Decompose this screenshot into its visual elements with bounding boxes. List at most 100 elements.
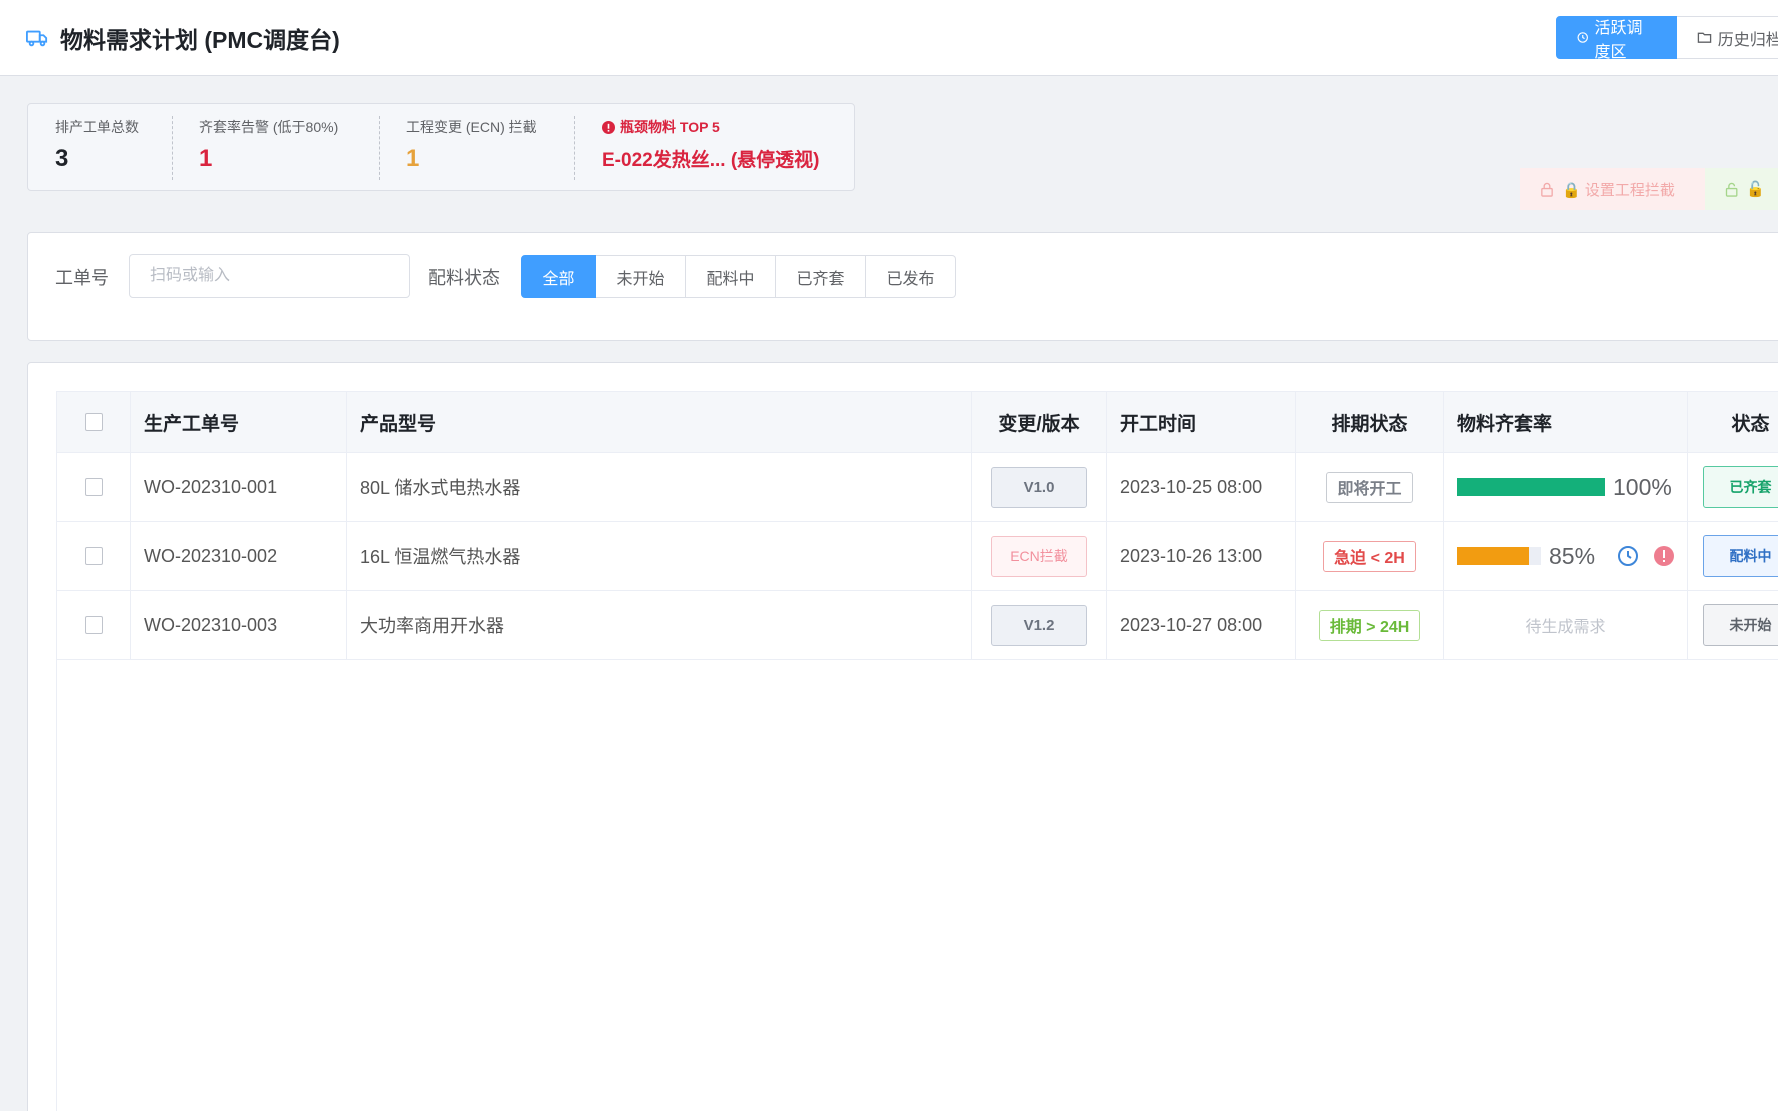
kit-rate-cell: 100% (1444, 453, 1688, 521)
table-card: 生产工单号 产品型号 变更/版本 开工时间 排期状态 物料齐套率 状态 WO-2… (27, 362, 1778, 1111)
order-no-label: 工单号 (55, 268, 109, 288)
view-switch: 活跃调度区 历史归档区 (1556, 16, 1778, 61)
stat-bottleneck[interactable]: 瓶颈物料 TOP 5 E-022发热丝... (悬停透视) (602, 117, 819, 179)
row-checkbox-cell (57, 591, 131, 659)
stats-panel: 排产工单总数 3 齐套率告警 (低于80%) 1 工程变更 (ECN) 拦截 1… (27, 103, 855, 191)
table-row[interactable]: WO-202310-001 80L 储水式电热水器 V1.0 2023-10-2… (57, 453, 1778, 522)
release-block-button[interactable]: 🔓 (1705, 168, 1778, 210)
table-row[interactable]: WO-202310-003 大功率商用开水器 V1.2 2023-10-27 0… (57, 591, 1778, 660)
header-kit-rate: 物料齐套率 (1444, 392, 1688, 452)
version-cell: ECN拦截 (972, 522, 1107, 590)
folder-icon (1697, 32, 1711, 43)
stat-value: 3 (55, 145, 69, 172)
status-badge[interactable]: 未开始 (1702, 604, 1778, 646)
schedule-cell: 排期 > 24H (1296, 591, 1444, 659)
row-checkbox[interactable] (84, 478, 103, 496)
header-status: 状态 (1731, 413, 1770, 435)
status-cell: 已齐套 (1688, 453, 1778, 521)
stat-label: 瓶颈物料 TOP 5 (602, 117, 819, 137)
tab-history-archive[interactable]: 历史归档区 (1676, 16, 1778, 59)
stat-total-orders: 排产工单总数 3 (55, 117, 139, 179)
stat-kit-rate-alert: 齐套率告警 (低于80%) 1 (199, 117, 338, 179)
stat-value: 1 (199, 145, 213, 172)
status-filter-in-progress[interactable]: 配料中 (686, 255, 776, 298)
start-time: 2023-10-26 13:00 (1107, 522, 1296, 590)
progress-fill (1457, 478, 1605, 496)
header-checkbox-cell (57, 392, 131, 452)
kit-rate-text: 85% (1549, 542, 1596, 569)
header-order-no: 生产工单号 (131, 392, 347, 452)
status-badge[interactable]: 已齐套 (1702, 466, 1778, 508)
header-model: 产品型号 (347, 392, 972, 452)
divider (172, 116, 173, 180)
divider (574, 116, 575, 180)
filter-panel: 工单号 配料状态 全部 未开始 配料中 已齐套 已发布 (27, 232, 1778, 341)
clock-icon (1577, 32, 1588, 43)
order-no: WO-202310-003 (131, 591, 347, 659)
tab-active-dispatch[interactable]: 活跃调度区 (1556, 16, 1677, 61)
start-time: 2023-10-27 08:00 (1107, 591, 1296, 659)
tab-label: 活跃调度区 (1594, 19, 1643, 61)
top-bar: 物料需求计划 (PMC调度台) 活跃调度区 历史归档区 (0, 0, 1778, 76)
pending-demand-text: 待生成需求 (1525, 619, 1606, 636)
row-checkbox-cell (57, 453, 131, 521)
kit-rate-cell: 待生成需求 (1444, 591, 1688, 659)
header-start-time: 开工时间 (1107, 392, 1296, 452)
stat-label-text: 瓶颈物料 TOP 5 (620, 119, 720, 135)
alert-icon (602, 120, 615, 134)
page-title: 物料需求计划 (PMC调度台) (60, 27, 340, 53)
order-no-input[interactable] (129, 254, 410, 298)
status-filter-all[interactable]: 全部 (521, 255, 596, 298)
product-model: 80L 储水式电热水器 (347, 453, 972, 521)
select-all-checkbox[interactable] (84, 413, 103, 431)
row-checkbox[interactable] (84, 547, 103, 565)
version-tag[interactable]: V1.0 (991, 466, 1087, 508)
schedule-cell: 急迫 < 2H (1296, 522, 1444, 590)
version-cell: V1.0 (972, 453, 1107, 521)
version-tag[interactable]: V1.2 (991, 604, 1087, 646)
schedule-tag: 急迫 < 2H (1323, 540, 1416, 572)
progress-fill (1457, 547, 1529, 565)
tab-label: 历史归档区 (1717, 31, 1778, 49)
release-block-label: 🔓 (1746, 181, 1765, 198)
divider (379, 116, 380, 180)
kit-rate-cell: 85% (1444, 522, 1688, 590)
lock-icon (1541, 182, 1553, 197)
lock-actions: 🔒 设置工程拦截 🔓 (1520, 168, 1778, 210)
status-filter-not-started[interactable]: 未开始 (596, 255, 686, 298)
alert-icon[interactable] (1653, 545, 1675, 567)
kit-rate-progress: 100% (1457, 474, 1672, 501)
clock-icon[interactable] (1617, 545, 1639, 567)
status-cell: 配料中 (1688, 522, 1778, 590)
schedule-tag: 即将开工 (1326, 471, 1413, 503)
stat-label: 齐套率告警 (低于80%) (199, 119, 339, 135)
status-filter-released[interactable]: 已发布 (866, 255, 956, 298)
order-no: WO-202310-001 (131, 453, 347, 521)
stat-label: 排产工单总数 (55, 119, 139, 135)
row-checkbox[interactable] (84, 616, 103, 634)
unlock-icon (1725, 182, 1738, 197)
schedule-tag: 排期 > 24H (1318, 609, 1421, 641)
set-block-button[interactable]: 🔒 设置工程拦截 (1520, 168, 1705, 210)
progress-track (1457, 547, 1541, 565)
status-cell: 未开始 (1688, 591, 1778, 659)
status-filter-group: 全部 未开始 配料中 已齐套 已发布 (521, 255, 956, 298)
set-block-label: 🔒 设置工程拦截 (1562, 181, 1675, 199)
status-filter-kitted[interactable]: 已齐套 (776, 255, 866, 298)
ecn-block-tag[interactable]: ECN拦截 (991, 535, 1087, 577)
truck-icon (26, 30, 48, 47)
row-checkbox-cell (57, 522, 131, 590)
status-badge[interactable]: 配料中 (1702, 535, 1778, 577)
order-no: WO-202310-002 (131, 522, 347, 590)
table-row[interactable]: WO-202310-002 16L 恒温燃气热水器 ECN拦截 2023-10-… (57, 522, 1778, 591)
stat-label: 工程变更 (ECN) 拦截 (406, 119, 537, 135)
schedule-cell: 即将开工 (1296, 453, 1444, 521)
stat-value: E-022发热丝... (悬停透视) (602, 150, 820, 171)
kit-rate-progress: 85% (1457, 543, 1675, 570)
work-order-table: 生产工单号 产品型号 变更/版本 开工时间 排期状态 物料齐套率 状态 WO-2… (56, 391, 1778, 1111)
status-filter-label: 配料状态 (428, 268, 500, 288)
start-time: 2023-10-25 08:00 (1107, 453, 1296, 521)
header-version: 变更/版本 (972, 392, 1107, 452)
table-header: 生产工单号 产品型号 变更/版本 开工时间 排期状态 物料齐套率 状态 (57, 392, 1778, 453)
kit-rate-text: 100% (1613, 473, 1672, 500)
